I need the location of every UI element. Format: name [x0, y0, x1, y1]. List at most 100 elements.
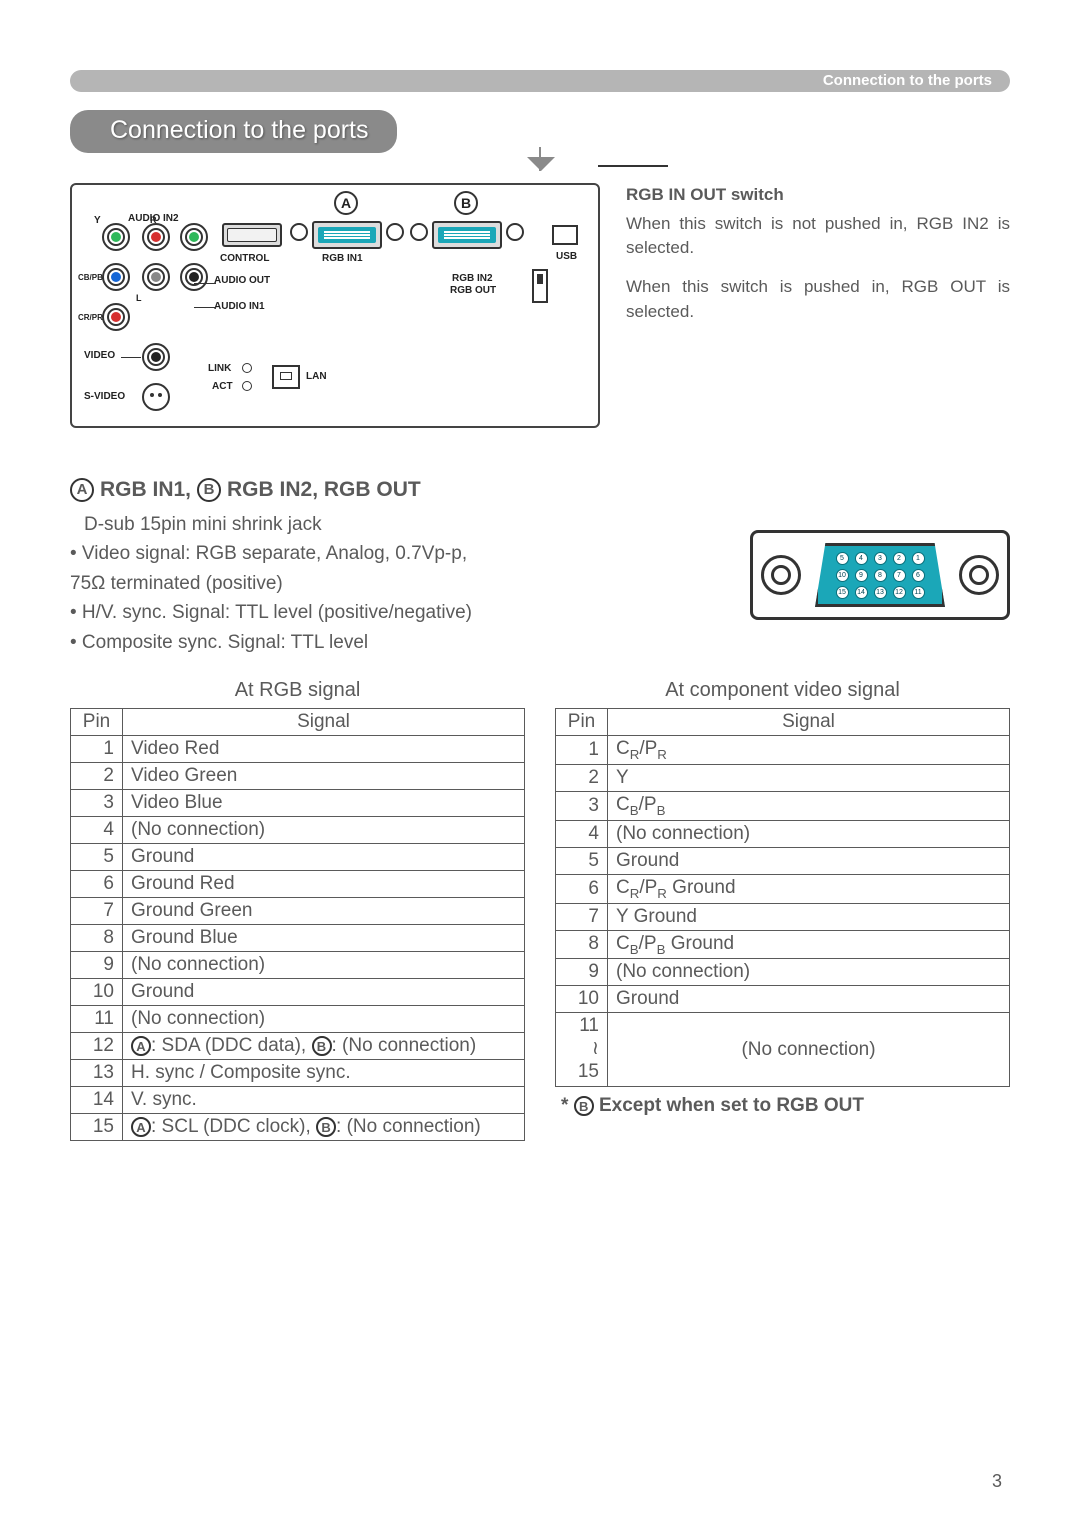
- port-rgb-in1: [312, 221, 382, 249]
- vga-pin: 12: [893, 586, 906, 599]
- table-row: 3CB/PB: [556, 791, 1010, 820]
- switch-p1: When this switch is not pushed in, RGB I…: [626, 212, 1010, 261]
- vga-pin: 4: [855, 552, 868, 565]
- pin-cell: 15: [71, 1114, 123, 1141]
- table-row: 11(No connection): [71, 1006, 525, 1033]
- pin-cell: 13: [71, 1060, 123, 1087]
- table-row: 5Ground: [556, 847, 1010, 874]
- section-label-a: RGB IN1,: [100, 478, 191, 502]
- table-row: 3Video Blue: [71, 790, 525, 817]
- vga-trapezoid: 54321 109876 1514131211: [815, 543, 945, 607]
- vga-pin: 8: [874, 569, 887, 582]
- vga-connector-illustration: 54321 109876 1514131211: [750, 530, 1010, 620]
- page-title: Connection to the ports: [70, 110, 397, 153]
- leader-line: [194, 307, 216, 308]
- arrow-stem: [539, 147, 541, 171]
- pin-cell: 6: [71, 871, 123, 898]
- table-row: 2Video Green: [71, 763, 525, 790]
- label-act: ACT: [212, 381, 233, 392]
- table-header: Signal: [608, 709, 1010, 736]
- circled-b-footnote: B: [574, 1096, 594, 1116]
- table-row: 1Video Red: [71, 736, 525, 763]
- vga-pin: 10: [836, 569, 849, 582]
- label-svideo: S-VIDEO: [84, 391, 125, 402]
- signal-cell: CB/PB Ground: [608, 930, 1010, 959]
- label-crpr: CR/PR: [78, 313, 103, 322]
- rgb-in-out-switch: [532, 269, 548, 303]
- table-row: 13H. sync / Composite sync.: [71, 1060, 525, 1087]
- signal-cell: (No connection): [123, 952, 525, 979]
- led-act: [242, 381, 252, 391]
- pin-cell: 3: [71, 790, 123, 817]
- vga-stud-left: [761, 555, 801, 595]
- vga-stud-right: [959, 555, 999, 595]
- port-svideo-jack: [142, 383, 170, 411]
- table-row: 6Ground Red: [71, 871, 525, 898]
- pin-cell: 7: [556, 903, 608, 930]
- pin-cell: 8: [71, 925, 123, 952]
- signal-cell: A: SCL (DDC clock), B: (No connection): [123, 1114, 525, 1141]
- port-usb: [552, 225, 578, 245]
- label-audio-out: AUDIO OUT: [214, 275, 270, 286]
- leader-line: [194, 283, 216, 284]
- label-rgb-in1: RGB IN1: [322, 253, 363, 264]
- table-header: Signal: [123, 709, 525, 736]
- vga-pin: 5: [836, 552, 849, 565]
- vga2-stud-left: [410, 223, 428, 241]
- arrow-down-icon: [527, 157, 555, 185]
- table-row: 5Ground: [71, 844, 525, 871]
- port-y-jack: [102, 223, 130, 251]
- table-header: Pin: [556, 709, 608, 736]
- circled-a: A: [70, 478, 94, 502]
- label-control: CONTROL: [220, 253, 269, 264]
- table-row: 2Y: [556, 764, 1010, 791]
- switch-p2: When this switch is pushed in, RGB OUT i…: [626, 275, 1010, 324]
- pin-cell: 8: [556, 930, 608, 959]
- table-row: 12A: SDA (DDC data), B: (No connection): [71, 1033, 525, 1060]
- vga-pin: 3: [874, 552, 887, 565]
- port-crpr-jack: [102, 303, 130, 331]
- label-rgb-out: RGB OUT: [450, 285, 496, 296]
- signal-cell: CB/PB: [608, 791, 1010, 820]
- signal-cell: Y: [608, 764, 1010, 791]
- table-row: 7Ground Green: [71, 898, 525, 925]
- pin-cell: 5: [71, 844, 123, 871]
- header-bar: Connection to the ports: [70, 70, 1010, 92]
- table-row: 8Ground Blue: [71, 925, 525, 952]
- label-y: Y: [94, 215, 101, 226]
- ports-panel-diagram: A B AUDIO IN2 Y R CB/PB L CR/PR VIDEO S-…: [70, 183, 600, 428]
- pin-cell: 5: [556, 847, 608, 874]
- vga2-stud-right: [506, 223, 524, 241]
- signal-cell: Video Green: [123, 763, 525, 790]
- vga-pin: 2: [893, 552, 906, 565]
- port-rgb-in2: [432, 221, 502, 249]
- port-audio-r-jack: [142, 223, 170, 251]
- switch-title: RGB IN OUT switch: [626, 183, 1010, 208]
- tables-row: At RGB signal Pin Signal 1Video Red2Vide…: [70, 679, 1010, 1141]
- pin-cell: 9: [71, 952, 123, 979]
- spec-list: D-sub 15pin mini shrink jack • Video sig…: [70, 510, 630, 657]
- label-video: VIDEO: [84, 350, 115, 361]
- table-row: 6CR/PR Ground: [556, 874, 1010, 903]
- table-row: 9(No connection): [556, 959, 1010, 986]
- circled-b: B: [197, 478, 221, 502]
- rgb-table-caption: At RGB signal: [70, 679, 525, 702]
- signal-cell: Ground Green: [123, 898, 525, 925]
- table-row: 14V. sync.: [71, 1087, 525, 1114]
- signal-cell: (No connection): [123, 1006, 525, 1033]
- signal-cell: Ground: [608, 986, 1010, 1013]
- vga-pin: 15: [836, 586, 849, 599]
- vga-pin: 7: [893, 569, 906, 582]
- spec-line: • Composite sync. Signal: TTL level: [70, 628, 630, 657]
- port-lan: [272, 365, 300, 389]
- spec-line: • H/V. sync. Signal: TTL level (positive…: [70, 598, 630, 627]
- table-row: 15A: SCL (DDC clock), B: (No connection): [71, 1114, 525, 1141]
- signal-cell: Ground: [123, 979, 525, 1006]
- pin-cell: 2: [71, 763, 123, 790]
- led-link: [242, 363, 252, 373]
- pin-cell: 10: [556, 986, 608, 1013]
- signal-cell: A: SDA (DDC data), B: (No connection): [123, 1033, 525, 1060]
- callout-b: B: [454, 191, 478, 215]
- table-row: 11≀15(No connection): [556, 1013, 1010, 1086]
- pin-cell: 7: [71, 898, 123, 925]
